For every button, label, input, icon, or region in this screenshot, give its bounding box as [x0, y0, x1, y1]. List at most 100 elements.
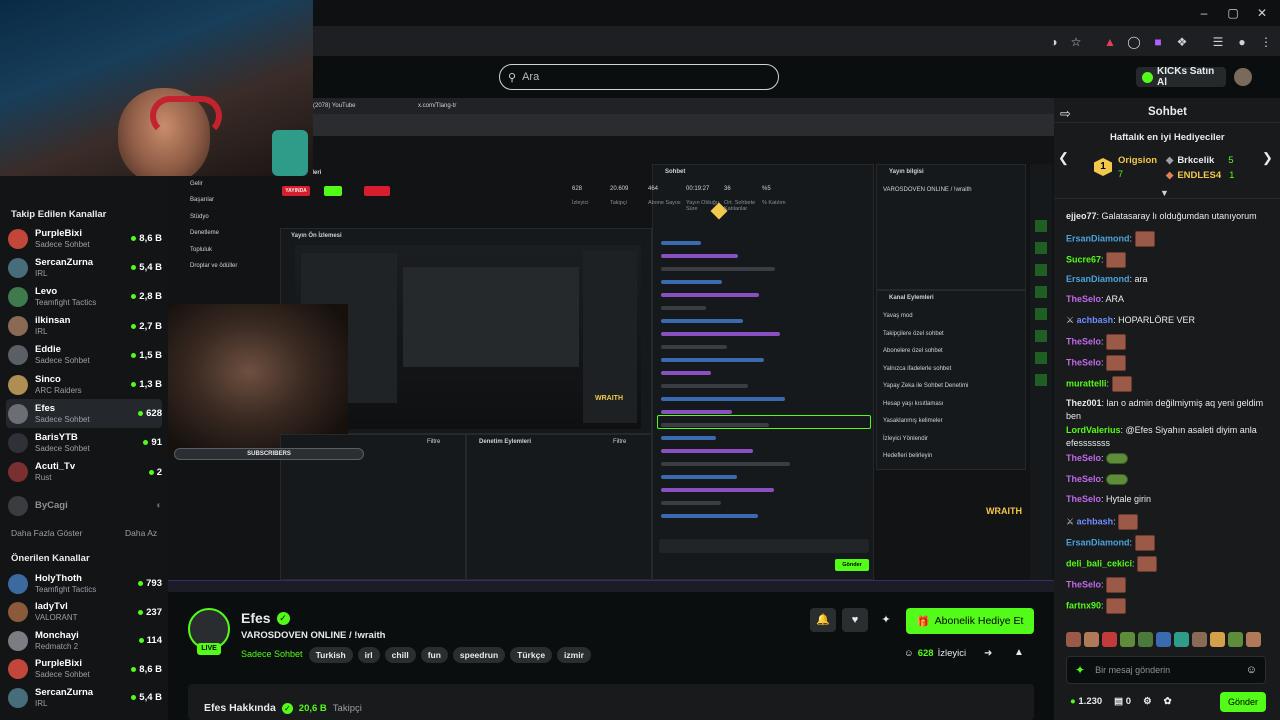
- chat-username[interactable]: TheSelo: [1066, 579, 1101, 589]
- chevron-right-icon[interactable]: ❯: [1262, 150, 1273, 166]
- chevron-down-icon[interactable]: ▼: [1160, 188, 1169, 198]
- sidebar-item-channel[interactable]: Levo Teamfight Tactics 2,8 B: [6, 282, 162, 311]
- inner-wraith-logo: WRAITH: [595, 395, 623, 402]
- chat-username[interactable]: fartnx90: [1066, 600, 1101, 610]
- gifter-name[interactable]: Brkcelik: [1177, 155, 1214, 166]
- sidebar-item-channel[interactable]: Monchayi Redmatch 2 114: [6, 626, 162, 655]
- emote-option[interactable]: [1156, 632, 1171, 647]
- avatar[interactable]: [1234, 68, 1252, 86]
- settings-badge-icon[interactable]: ✿: [1164, 696, 1172, 707]
- chat-username[interactable]: ErsanDiamond: [1066, 233, 1130, 243]
- chevron-left-icon[interactable]: ❮: [1058, 150, 1069, 166]
- sidebar-item-channel[interactable]: PurpleBixi Sadece Sohbet 8,6 B: [6, 224, 162, 253]
- star-icon[interactable]: ☆: [1068, 34, 1084, 50]
- show-less-link[interactable]: Daha Az: [125, 528, 157, 538]
- heart-icon[interactable]: ♥: [842, 608, 868, 632]
- twitch-extension-icon[interactable]: ■: [1150, 34, 1166, 50]
- sidebar-item-channel[interactable]: ladyTvl VALORANT 237: [6, 598, 162, 627]
- sidebar-item-channel[interactable]: Eddie Sadece Sohbet 1,5 B: [6, 341, 162, 370]
- chat-username[interactable]: ErsanDiamond: [1066, 274, 1130, 284]
- sidebar-item-channel[interactable]: PurpleBixi Sadece Sohbet 8,6 B: [6, 655, 162, 684]
- emote-option[interactable]: [1120, 632, 1135, 647]
- chat-username[interactable]: murattelli: [1066, 378, 1107, 388]
- stream-tag[interactable]: irl: [357, 647, 380, 663]
- chat-username[interactable]: ejjeo77: [1066, 211, 1097, 221]
- chat-username[interactable]: TheSelo: [1066, 453, 1101, 463]
- emote-option[interactable]: [1138, 632, 1153, 647]
- profile-icon[interactable]: ●: [1234, 34, 1250, 50]
- emote-option[interactable]: [1084, 632, 1099, 647]
- emote-option[interactable]: [1174, 632, 1189, 647]
- sidebar-item-channel[interactable]: HolyThoth Teamfight Tactics 793: [6, 569, 162, 598]
- stream-tag[interactable]: chill: [384, 647, 416, 663]
- send-button[interactable]: Gönder: [1220, 692, 1266, 712]
- sidebar-item-channel[interactable]: SercanZurna IRL 5,4 B: [6, 253, 162, 282]
- sidebar-item-channel[interactable]: Efes Sadece Sohbet 628: [6, 399, 162, 429]
- gift-subscription-button[interactable]: 🎁 Abonelik Hediye Et: [906, 608, 1034, 634]
- emoji-icon[interactable]: ☺: [1246, 664, 1257, 676]
- inner-chat-line: [661, 241, 701, 245]
- eye-off-icon[interactable]: ◑: [1046, 34, 1062, 50]
- emote-option[interactable]: [1192, 632, 1207, 647]
- category-link[interactable]: Sadece Sohbet: [241, 649, 303, 659]
- chat-username[interactable]: TheSelo: [1066, 294, 1101, 304]
- close-icon[interactable]: ✕: [1251, 4, 1273, 22]
- points-display[interactable]: ● 1.230: [1070, 696, 1102, 707]
- chat-message: TheSelo: Hytale girin: [1066, 493, 1266, 506]
- chat-username[interactable]: TheSelo: [1066, 474, 1101, 484]
- chat-username[interactable]: LordValerius: [1066, 425, 1121, 435]
- collapse-chat-icon[interactable]: ⇨: [1060, 106, 1071, 122]
- puzzle-icon[interactable]: ❖: [1174, 34, 1190, 50]
- notification-bell-icon[interactable]: 🔔: [810, 608, 836, 632]
- chat-username[interactable]: Sucre67: [1066, 254, 1101, 264]
- gear-icon[interactable]: ⚙: [1143, 696, 1152, 707]
- buy-kicks-button[interactable]: KICKs Satın Al: [1136, 66, 1226, 88]
- chat-username[interactable]: Thez001: [1066, 398, 1102, 408]
- avatar: [8, 687, 28, 708]
- sidebar-item-channel[interactable]: BarisYTB Sadece Sohbet 91: [6, 428, 162, 457]
- sidebar-item-channel[interactable]: Acuti_Tv Rust 2: [6, 458, 162, 487]
- search-input[interactable]: ⚲ Ara: [499, 64, 779, 90]
- channel-name[interactable]: Efes: [241, 610, 271, 626]
- chat-username[interactable]: ErsanDiamond: [1066, 537, 1130, 547]
- media-icon[interactable]: ☰: [1210, 34, 1226, 50]
- extension-icon[interactable]: ▲: [1102, 34, 1118, 50]
- stream-tag[interactable]: izmir: [557, 647, 591, 663]
- emote-option[interactable]: [1066, 632, 1081, 647]
- show-more-link[interactable]: Daha Fazla Göster: [11, 528, 82, 538]
- sparkle-icon[interactable]: ✦: [874, 608, 898, 632]
- chat-username[interactable]: TheSelo: [1066, 336, 1101, 346]
- minimize-icon[interactable]: –: [1193, 4, 1215, 22]
- chat-username[interactable]: TheSelo: [1066, 357, 1101, 367]
- maximize-icon[interactable]: ▢: [1222, 4, 1244, 22]
- user-badge-icon: ⚔: [1066, 515, 1077, 526]
- emote-option[interactable]: [1246, 632, 1261, 647]
- gifter-name[interactable]: ENDLES4: [1177, 170, 1221, 181]
- emote-option[interactable]: [1210, 632, 1225, 647]
- share-icon[interactable]: ➜: [984, 648, 992, 659]
- sidebar-item-channel[interactable]: ilkinsan IRL 2,7 B: [6, 312, 162, 341]
- inner-chat-line: [661, 475, 737, 479]
- chat-username[interactable]: deli_bali_cekici: [1066, 558, 1132, 568]
- sidebar-item-offline[interactable]: ByCagi ◐: [6, 491, 162, 520]
- shield-icon[interactable]: ◯: [1126, 34, 1142, 50]
- chat-username[interactable]: achbash: [1077, 315, 1114, 325]
- chest-display[interactable]: ▤ 0: [1114, 696, 1131, 707]
- stream-tag[interactable]: Türkçe: [510, 647, 553, 663]
- gifter-name[interactable]: Origsion: [1118, 155, 1157, 166]
- menu-icon[interactable]: ⋮: [1258, 34, 1274, 50]
- emote-option[interactable]: [1228, 632, 1243, 647]
- stream-tag[interactable]: Turkish: [308, 647, 353, 663]
- report-icon[interactable]: ▲: [1014, 647, 1024, 658]
- chat-username[interactable]: achbash: [1077, 516, 1114, 526]
- chest-icon: ▤: [1114, 696, 1124, 707]
- kick-emote-icon[interactable]: ✦: [1075, 663, 1085, 677]
- sidebar-item-channel[interactable]: Sinco ARC Raiders 1,3 B: [6, 370, 162, 399]
- emote-option[interactable]: [1102, 632, 1117, 647]
- stream-tag[interactable]: speedrun: [452, 647, 506, 663]
- chat-username[interactable]: TheSelo: [1066, 494, 1101, 504]
- channel-name: ByCagi: [35, 500, 68, 511]
- stream-tag[interactable]: fun: [420, 647, 448, 663]
- sidebar-item-channel[interactable]: SercanZurna IRL 5,4 B: [6, 683, 162, 712]
- chat-input[interactable]: ✦ Bir mesaj gönderin ☺: [1066, 656, 1266, 684]
